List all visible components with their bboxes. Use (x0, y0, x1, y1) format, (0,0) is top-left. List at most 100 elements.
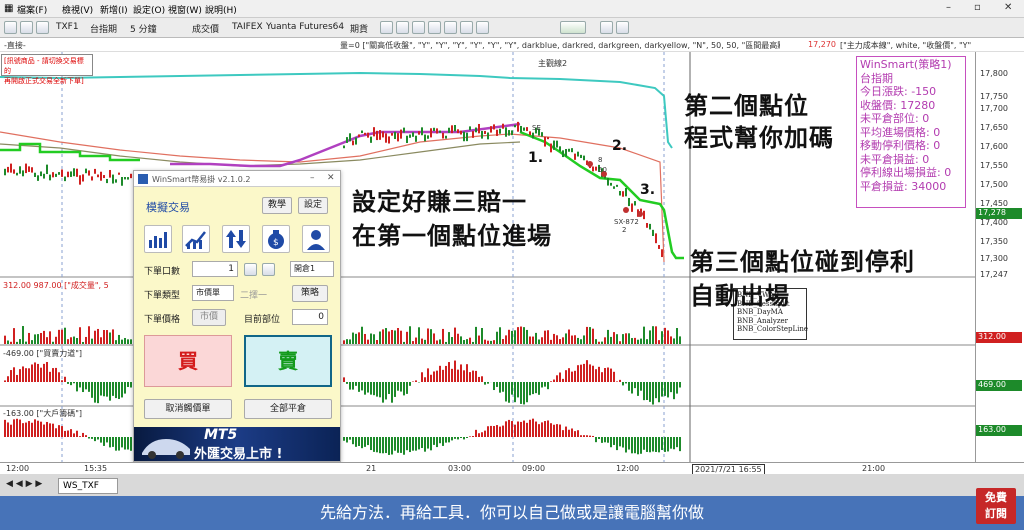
crosshair-icon[interactable] (396, 21, 409, 34)
big-player-bar (409, 437, 411, 453)
candle (28, 166, 30, 172)
stepper-icon[interactable] (244, 263, 257, 276)
zoom-out-icon[interactable] (460, 21, 473, 34)
big-player-bar (436, 437, 438, 448)
volume-bar (118, 334, 120, 344)
big-player-bar (664, 437, 666, 452)
volume-bar (631, 338, 633, 344)
menu-help[interactable]: 說明(H) (205, 3, 237, 16)
menu-view[interactable]: 檢視(V) (62, 3, 93, 16)
volume-bar (10, 341, 12, 344)
banner-subtitle: 外匯交易上市 ! (194, 447, 283, 462)
close-button[interactable]: ✕ (1004, 2, 1012, 13)
tab-ws-txf[interactable]: WS_TXF (58, 478, 118, 494)
user-icon[interactable] (302, 225, 330, 253)
minimize-button[interactable]: – (946, 2, 951, 13)
big-player-bar (25, 422, 27, 437)
calculator-icon[interactable] (262, 263, 275, 276)
close-all-button[interactable]: 全部平倉 (244, 399, 332, 419)
force-bar (583, 363, 585, 382)
big-player-bar (457, 437, 459, 440)
bar-chart-icon[interactable] (144, 225, 172, 253)
new-file-icon[interactable] (4, 21, 17, 34)
strategy-button[interactable]: 策略 (292, 285, 328, 302)
big-player-bar (616, 437, 618, 451)
signal-label: SE (532, 124, 541, 132)
volume-bar (352, 332, 354, 344)
menu-settings[interactable]: 設定(O) (133, 3, 165, 16)
big-player-bar (40, 421, 42, 437)
candle (58, 172, 60, 175)
line-tool-icon[interactable] (412, 21, 425, 34)
open-folder-icon[interactable] (20, 21, 33, 34)
buy-button[interactable]: 買 (144, 335, 232, 387)
volume-bar (406, 331, 408, 344)
settings-icon[interactable] (616, 21, 629, 34)
refresh-icon[interactable] (600, 21, 613, 34)
indicator-icon[interactable] (560, 21, 586, 34)
force-bar (532, 382, 534, 395)
panel-close-button[interactable]: ✕ (327, 173, 335, 183)
volume-bar (598, 341, 600, 344)
candle (418, 131, 420, 135)
big-player-bar (130, 437, 132, 451)
force-bar (121, 382, 123, 398)
mt5-banner[interactable]: MT5 外匯交易上市 ! (134, 427, 340, 462)
menu-insert[interactable]: 新增(I) (100, 3, 128, 16)
settings-button[interactable]: 設定 (298, 197, 328, 214)
price-input[interactable]: 市價 (192, 309, 226, 326)
force-bar (352, 382, 354, 390)
candle (94, 168, 96, 174)
force-bar (88, 382, 90, 392)
force-bar (676, 382, 678, 394)
volume-bar (46, 337, 48, 344)
volume-bar (460, 336, 462, 344)
order-type-extra[interactable]: 二擇一 (240, 288, 267, 301)
force-bar (469, 372, 471, 382)
cursor-icon[interactable] (380, 21, 393, 34)
volume-bar (412, 341, 414, 344)
candle (43, 173, 45, 179)
volume-bar (565, 333, 567, 344)
volume-bar (661, 331, 663, 344)
maximize-button[interactable]: ▫ (974, 2, 981, 13)
menu-window[interactable]: 視窗(W) (168, 3, 202, 16)
force-bar (466, 364, 468, 382)
tab-nav-icons[interactable]: ◀ ◀ ▶ ▶ (6, 479, 42, 489)
volume-bar (67, 339, 69, 344)
grid-icon[interactable] (476, 21, 489, 34)
toolbar-interval[interactable]: 5 分鐘 (130, 22, 157, 35)
big-player-bar (16, 418, 18, 437)
updown-arrow-icon[interactable] (222, 225, 250, 253)
volume-bar (376, 340, 378, 344)
save-icon[interactable] (36, 21, 49, 34)
big-player-bar (598, 437, 600, 440)
trend-chart-icon[interactable] (182, 225, 210, 253)
volume-bar (82, 341, 84, 344)
panel-minimize-button[interactable]: – (310, 173, 315, 183)
candle (10, 163, 12, 173)
volume-bar (532, 336, 534, 344)
axis-tick: 17,600 (980, 142, 1008, 151)
text-tool-icon[interactable] (428, 21, 441, 34)
candle (565, 148, 567, 157)
teach-button[interactable]: 教學 (262, 197, 292, 214)
force-bar (547, 382, 549, 390)
candle (631, 203, 633, 212)
cancel-trigger-button[interactable]: 取消觸價單 (144, 399, 232, 419)
big-player-bar (676, 437, 678, 448)
toolbar-symbol[interactable]: TXF1 (56, 22, 79, 32)
order-type-select[interactable]: 市價單 (192, 285, 234, 301)
big-player-histogram (4, 418, 681, 455)
zoom-in-icon[interactable] (444, 21, 457, 34)
force-bar (478, 376, 480, 382)
candle (424, 134, 426, 142)
sell-button[interactable]: 賣 (244, 335, 332, 387)
qty-input[interactable]: 1 (192, 261, 238, 277)
money-bag-icon[interactable]: $ (262, 225, 290, 253)
subscribe-badge[interactable]: 免費 訂閱 (976, 488, 1016, 524)
qty-mode-select[interactable]: 開倉1 (290, 261, 334, 277)
big-player-bar (343, 437, 345, 441)
menu-file[interactable]: 檔案(F) (17, 3, 47, 16)
toolbar-chart-type[interactable]: 成交價 (192, 22, 219, 35)
